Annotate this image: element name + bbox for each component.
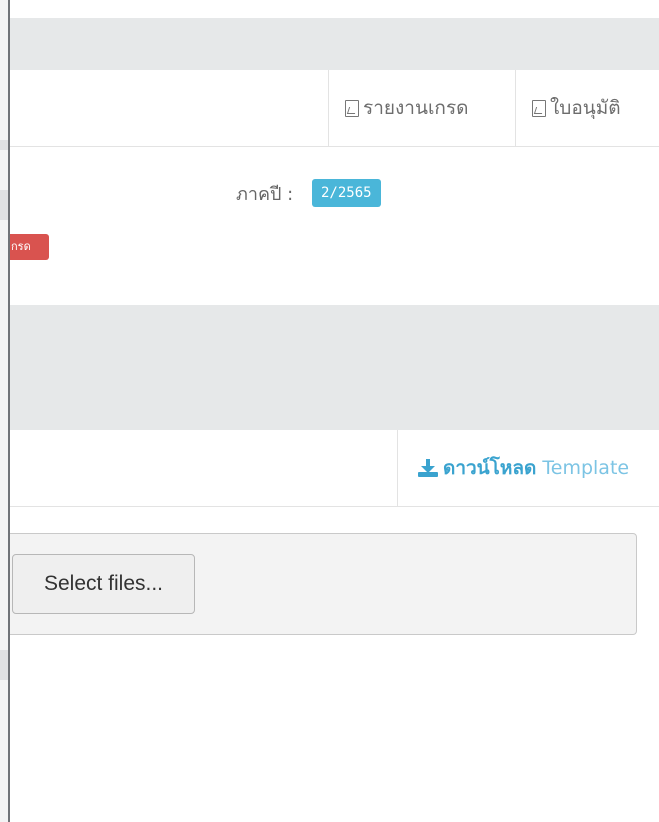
- sidebar-divider: [0, 140, 8, 150]
- sidebar-divider: [0, 650, 8, 680]
- section-header-bar: [10, 305, 659, 430]
- pdf-file-icon: [345, 99, 359, 117]
- grade-report-button[interactable]: รายงานเกรด: [328, 70, 516, 146]
- report-toolbar: รายงานเกรด ใบอนุมัติ: [10, 70, 659, 147]
- semester-badge: 2/2565: [312, 179, 381, 207]
- semester-label: ภาคปี :: [236, 184, 294, 205]
- download-toolbar: ดาวน์โหลด Template: [10, 430, 659, 507]
- sidebar-divider: [0, 190, 8, 220]
- grade-report-label: รายงานเกรด: [363, 97, 469, 119]
- template-label: Template: [542, 457, 630, 479]
- top-header-bar: [10, 18, 659, 70]
- download-icon: [418, 459, 438, 477]
- grade-status-badge: กรด: [10, 234, 49, 260]
- approval-form-button[interactable]: ใบอนุมัติ: [515, 70, 659, 146]
- file-upload-panel: Select files...: [10, 533, 637, 635]
- download-template-link[interactable]: ดาวน์โหลด Template: [397, 430, 659, 506]
- course-info-area: ภาคปี : 2/2565 กรด: [10, 147, 659, 305]
- select-files-button[interactable]: Select files...: [12, 554, 195, 614]
- approval-form-label: ใบอนุมัติ: [550, 97, 621, 119]
- download-label: ดาวน์โหลด: [443, 457, 537, 479]
- sidebar-edge: [0, 0, 10, 822]
- pdf-file-icon: [532, 99, 546, 117]
